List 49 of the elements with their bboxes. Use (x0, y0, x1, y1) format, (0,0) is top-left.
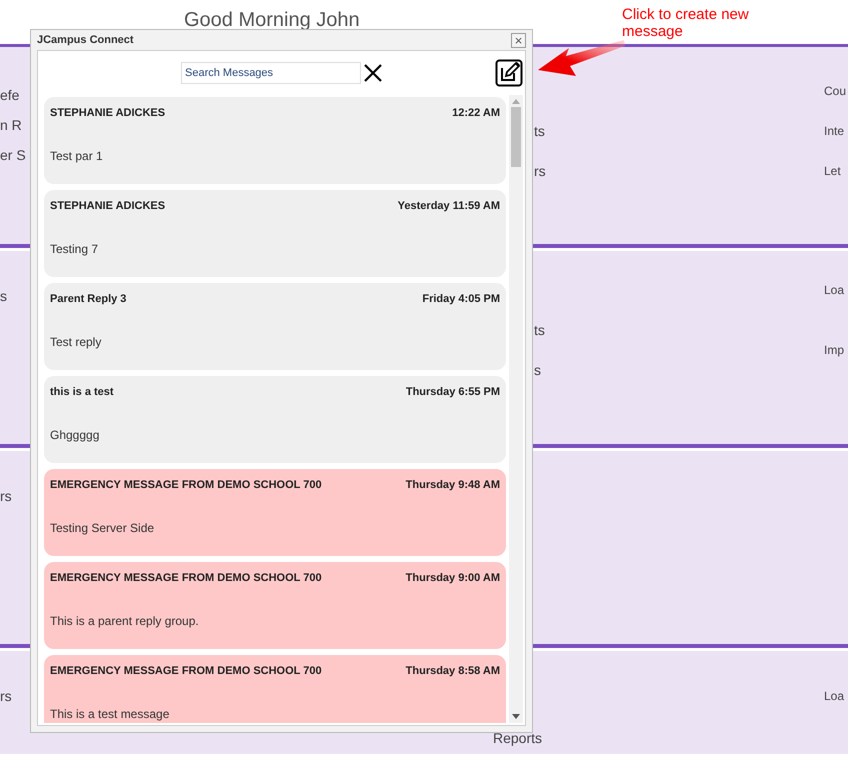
message-preview: Ghggggg (50, 428, 100, 442)
message-time: 12:22 AM (452, 107, 500, 119)
window-title: JCampus Connect (37, 34, 134, 46)
message-card[interactable]: STEPHANIE ADICKES Yesterday 11:59 AM Testing 7 (44, 190, 506, 277)
message-sender: this is a test (50, 386, 114, 398)
message-preview: Testing Server Side (50, 521, 156, 535)
menu-link[interactable]: Inte (824, 123, 848, 139)
message-card[interactable]: EMERGENCY MESSAGE FROM DEMO SCHOOL 700 Thursday 9:48 AM Testing Server Side (44, 469, 506, 556)
message-time: Thursday 8:58 AM (406, 665, 500, 677)
message-preview: This is a test message (50, 707, 170, 721)
menu-link[interactable]: Loa (824, 282, 848, 298)
scroll-thumb[interactable] (511, 107, 521, 167)
menu-link[interactable]: ts (534, 322, 824, 338)
message-time: Thursday 9:00 AM (406, 572, 500, 584)
greeting-heading: Good Morning John (184, 9, 360, 31)
message-sender: Parent Reply 3 (50, 293, 126, 305)
menu-link[interactable]: Reports (493, 730, 824, 746)
message-time: Thursday 9:48 AM (406, 479, 500, 491)
menu-link[interactable]: ts (534, 123, 824, 139)
message-card[interactable]: EMERGENCY MESSAGE FROM DEMO SCHOOL 700 Thursday 8:58 AM This is a test message (44, 655, 506, 723)
clear-icon[interactable] (363, 63, 383, 83)
message-time: Friday 4:05 PM (422, 293, 500, 305)
message-card[interactable]: this is a test Thursday 6:55 PM Ghggggg (44, 376, 506, 463)
scrollbar[interactable] (509, 95, 523, 723)
menu-link[interactable]: rs (534, 163, 824, 179)
menu-link[interactable]: Loa (824, 688, 848, 704)
menu-link[interactable]: Imp (824, 342, 848, 358)
close-button[interactable]: × (511, 32, 526, 48)
message-time: Thursday 6:55 PM (406, 386, 500, 398)
message-sender: STEPHANIE ADICKES (50, 107, 166, 119)
search-field[interactable]: Search Messages (181, 62, 361, 84)
message-preview: Test par 1 (50, 149, 104, 163)
message-preview: Testing 7 (50, 242, 100, 256)
annotation-text: Click to create new message (622, 6, 750, 40)
message-sender: EMERGENCY MESSAGE FROM DEMO SCHOOL 700 (50, 665, 322, 677)
message-sender: STEPHANIE ADICKES (50, 200, 166, 212)
menu-link[interactable]: Cou (824, 83, 848, 99)
message-sender: EMERGENCY MESSAGE FROM DEMO SCHOOL 700 (50, 572, 322, 584)
message-card[interactable]: Parent Reply 3 Friday 4:05 PM Test reply (44, 283, 506, 370)
message-preview: Test reply (50, 335, 102, 349)
compose-icon[interactable] (495, 59, 523, 87)
menu-link[interactable]: Let (824, 163, 848, 179)
message-time: Yesterday 11:59 AM (398, 200, 500, 212)
message-sender: EMERGENCY MESSAGE FROM DEMO SCHOOL 700 (50, 479, 322, 491)
message-card[interactable]: STEPHANIE ADICKES 12:22 AM Test par 1 (44, 97, 506, 184)
message-card[interactable]: EMERGENCY MESSAGE FROM DEMO SCHOOL 700 Thursday 9:00 AM This is a parent reply group. (44, 562, 506, 649)
menu-link[interactable]: s (534, 362, 824, 378)
scroll-down-arrow-icon[interactable] (512, 714, 520, 720)
message-preview: This is a parent reply group. (50, 614, 200, 628)
